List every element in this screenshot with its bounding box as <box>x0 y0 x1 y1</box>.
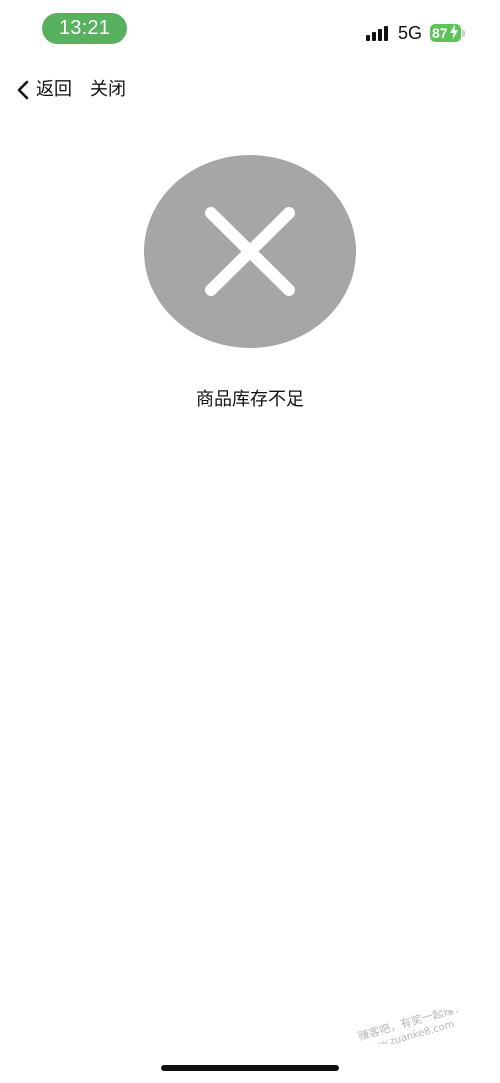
battery-cap <box>462 30 465 37</box>
close-button[interactable]: 关闭 <box>90 76 126 104</box>
status-bar: 13:21 5G 87 <box>0 0 500 60</box>
home-indicator[interactable] <box>161 1065 339 1071</box>
site-watermark: 赚客吧，有奖一起赚！ www.zuanke8.com <box>356 1010 466 1044</box>
network-type-label: 5G <box>398 23 423 43</box>
back-label: 返回 <box>36 79 72 100</box>
battery-icon: 87 <box>430 23 466 44</box>
charging-bolt-icon <box>450 24 458 40</box>
error-x-icon <box>144 155 356 348</box>
status-time: 13:21 <box>42 13 127 44</box>
navigation-bar: 返回 关闭 <box>0 70 500 110</box>
back-button[interactable]: 返回 <box>14 76 72 104</box>
chevron-left-icon <box>17 80 29 100</box>
cellular-signal-icon <box>366 25 392 41</box>
stock-error-message: 商品库存不足 <box>196 389 304 410</box>
